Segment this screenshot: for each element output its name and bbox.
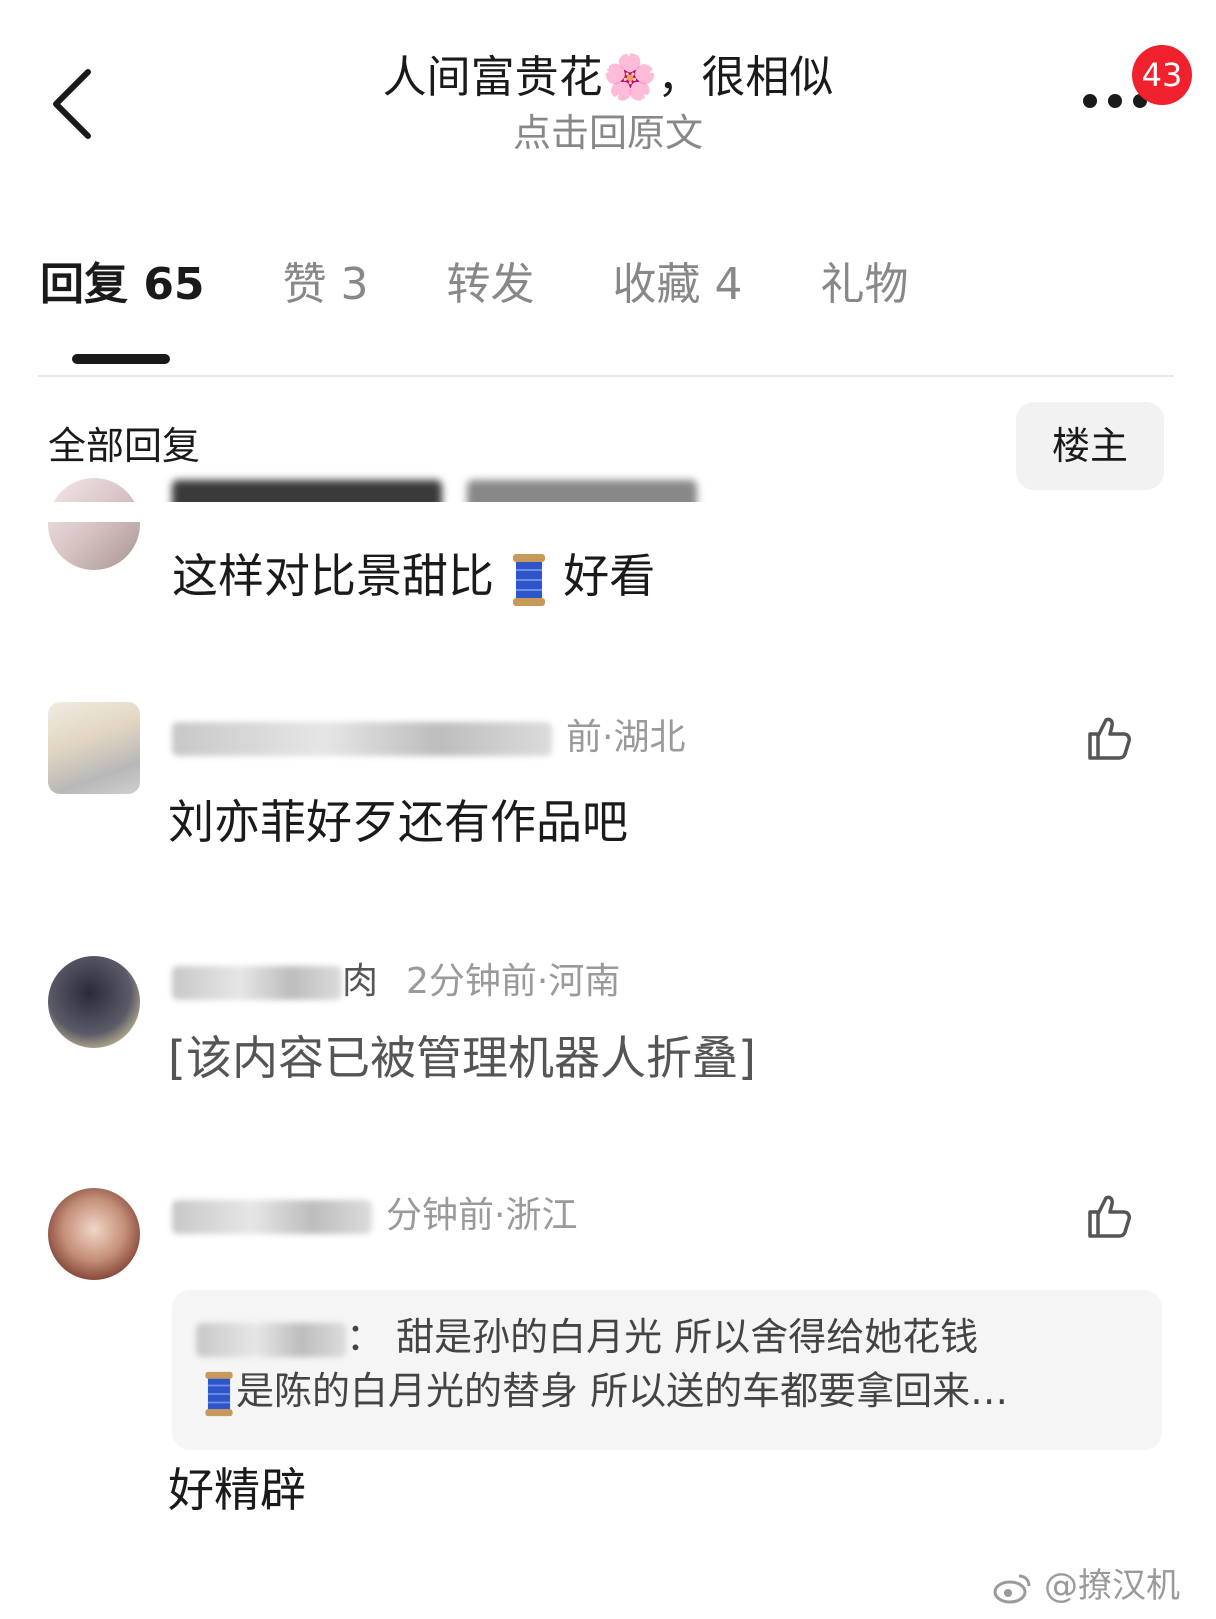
avatar[interactable] (48, 956, 140, 1048)
weibo-logo-icon (993, 1574, 1031, 1603)
notification-badge: 43 (1132, 45, 1192, 105)
back-to-original-link[interactable]: 点击回原文 (0, 108, 1216, 158)
scroll-edge (0, 502, 1216, 522)
op-only-button[interactable]: 楼主 (1016, 402, 1164, 490)
tab-divider (38, 375, 1174, 377)
page-title: 人间富贵花🌸，很相似 (382, 52, 834, 103)
thread-spool-icon (205, 1371, 233, 1416)
quoted-reply[interactable]: ： 甜是孙的白月光 所以舍得给她花钱 是陈的白月光的替身 所以送的车都要拿回来… (172, 1290, 1162, 1450)
avatar[interactable] (48, 1188, 140, 1280)
quote-line-2: 是陈的白月光的替身 所以送的车都要拿回来… (202, 1366, 1008, 1418)
comment-text: 这样对比景甜比 好看 (172, 544, 655, 608)
quote-line-1: ： 甜是孙的白月光 所以舍得给她花钱 (196, 1312, 978, 1362)
tab-favorites[interactable]: 收藏 4 (613, 250, 743, 320)
thread-spool-icon (512, 553, 545, 606)
comment-meta: 分钟前·浙江 (172, 1192, 577, 1240)
avatar[interactable] (48, 702, 140, 794)
tab-bar: 回复 65 赞 3 转发 收藏 4 礼物 (40, 250, 987, 320)
like-icon[interactable] (1084, 714, 1132, 762)
all-replies-label[interactable]: 全部回复 (48, 418, 200, 474)
tab-likes[interactable]: 赞 3 (283, 250, 369, 320)
comment-text: 好精辟 (168, 1463, 306, 1517)
watermark: @撩汉机 (993, 1558, 1180, 1607)
like-icon[interactable] (1084, 1192, 1132, 1240)
comment-meta (172, 472, 772, 514)
tab-reposts[interactable]: 转发 (447, 250, 535, 320)
comment-meta: 肉 2分钟前·河南 (172, 958, 620, 1006)
tab-gifts[interactable]: 礼物 (821, 250, 909, 320)
tab-replies[interactable]: 回复 65 (40, 250, 205, 320)
avatar[interactable] (48, 478, 140, 570)
comment-text: 刘亦菲好歹还有作品吧 (168, 795, 628, 849)
comment-meta: 前·湖北 (172, 714, 685, 762)
header-title-block: 人间富贵花🌸，很相似 点击回原文 (0, 48, 1216, 158)
active-tab-indicator (72, 354, 170, 364)
folded-comment-text: [该内容已被管理机器人折叠] (168, 1031, 756, 1085)
